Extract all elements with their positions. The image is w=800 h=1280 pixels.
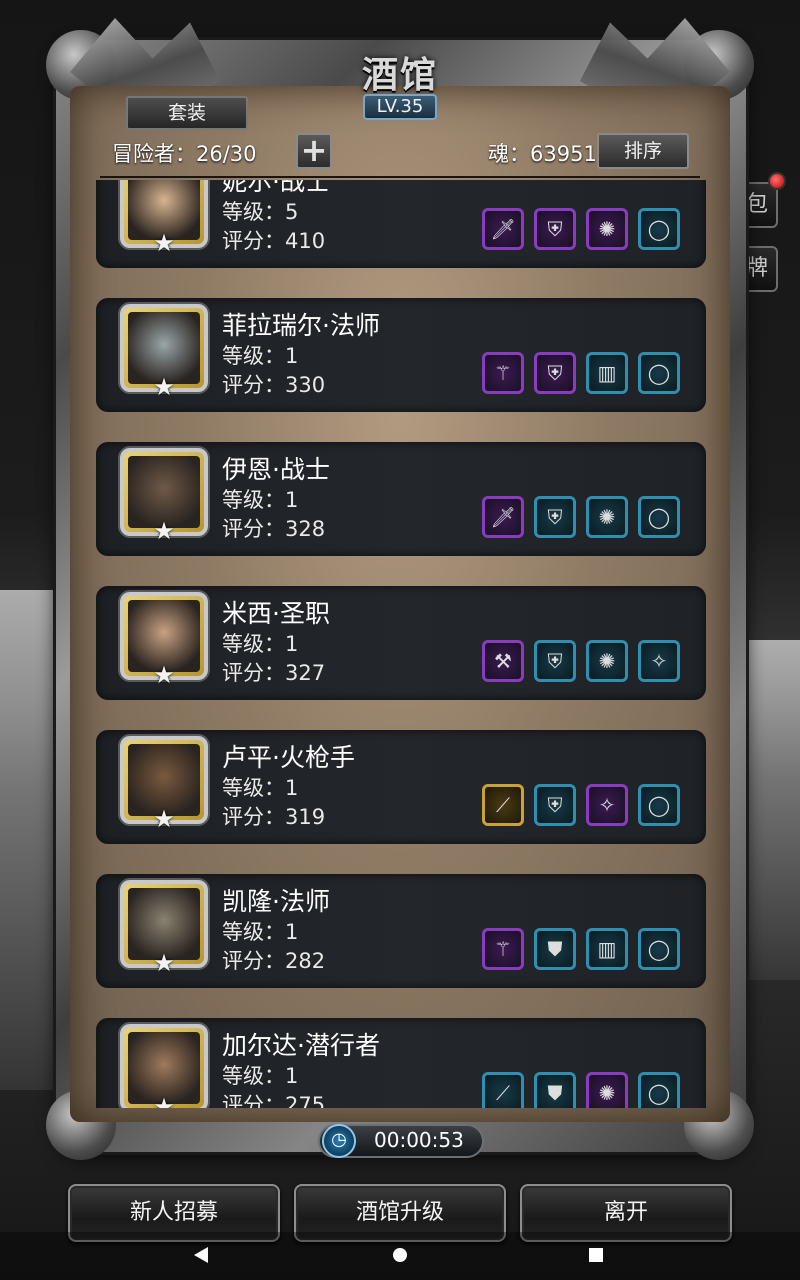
adventurer-level: 等级：1	[222, 1064, 299, 1088]
adventurer-name: 菲拉瑞尔·法师	[222, 311, 380, 340]
amulet-icon[interactable]: ✺	[586, 208, 628, 250]
adventurer-score: 评分：327	[222, 661, 326, 685]
adventurer-level: 等级：5	[222, 200, 299, 224]
amulet-icon[interactable]: ✺	[586, 496, 628, 538]
bracer-icon[interactable]: ▥	[586, 928, 628, 970]
clock-icon: ◷	[322, 1124, 356, 1158]
adventurer-level: 等级：1	[222, 920, 299, 944]
amulet-icon[interactable]: ✺	[586, 1072, 628, 1108]
tavern-level-badge: LV.35	[363, 94, 437, 120]
adventurer-card[interactable]: ★ 伊恩·战士等级：1 评分：328 🗡 ⛨ ✺ ◯	[96, 442, 706, 556]
ring-icon[interactable]: ◯	[638, 1072, 680, 1108]
adventurer-name: 加尔达·潜行者	[222, 1031, 380, 1060]
star-icon: ★	[153, 229, 175, 257]
panel-title: 酒馆	[361, 54, 438, 96]
adventurer-card[interactable]: ★ 凯隆·法师等级：1 评分：282 ⚚ ⛊ ▥ ◯	[96, 874, 706, 988]
pendant-icon[interactable]: ✧	[586, 784, 628, 826]
adventurer-score: 评分：275	[222, 1093, 326, 1108]
armor-icon[interactable]: ⛨	[534, 640, 576, 682]
ring-icon[interactable]: ◯	[638, 208, 680, 250]
armor-icon[interactable]: ⛨	[534, 352, 576, 394]
ring-icon[interactable]: ◯	[638, 784, 680, 826]
adventurer-level: 等级：1	[222, 632, 299, 656]
notification-dot	[768, 172, 786, 190]
adventurer-level: 等级：1	[222, 344, 299, 368]
dagger-icon[interactable]: ⟋	[482, 784, 524, 826]
adventurer-name: 米西·圣职	[222, 599, 330, 628]
refresh-timer: 00:00:53	[374, 1128, 464, 1152]
sword-icon[interactable]: 🗡	[482, 208, 524, 250]
plus-icon: +	[300, 131, 328, 169]
sword-icon[interactable]: 🗡	[482, 496, 524, 538]
ring-icon[interactable]: ◯	[638, 352, 680, 394]
add-slot-button[interactable]: +	[296, 133, 332, 169]
star-icon: ★	[153, 949, 175, 977]
header-divider	[100, 176, 700, 178]
pendant-icon[interactable]: ✧	[638, 640, 680, 682]
suit-tab-button[interactable]: 套装	[126, 96, 248, 130]
armor-icon[interactable]: ⛨	[534, 208, 576, 250]
bracer-icon[interactable]: ▥	[586, 352, 628, 394]
adventurer-card[interactable]: ★ 米西·圣职等级：1 评分：327 ⚒ ⛨ ✺ ✧	[96, 586, 706, 700]
staff-icon[interactable]: ⚚	[482, 928, 524, 970]
adventurer-name: 凯隆·法师	[222, 887, 330, 916]
star-icon: ★	[153, 805, 175, 833]
adventurer-card[interactable]: ★ 菲拉瑞尔·法师等级：1 评分：330 ⚚ ⛨ ▥ ◯	[96, 298, 706, 412]
adventurer-card[interactable]: ★ 妮尔·战士 等级：5 评分：410 🗡 ⛨ ✺ ◯	[96, 180, 706, 268]
recent-apps-icon[interactable]	[589, 1248, 603, 1262]
star-icon: ★	[153, 517, 175, 545]
star-icon: ★	[153, 661, 175, 689]
adventurer-level: 等级：1	[222, 776, 299, 800]
sort-button[interactable]: 排序	[597, 133, 689, 169]
adventurer-level: 等级：1	[222, 488, 299, 512]
adventurer-name: 伊恩·战士	[222, 455, 330, 484]
amulet-icon[interactable]: ✺	[586, 640, 628, 682]
robe-icon[interactable]: ⛊	[534, 1072, 576, 1108]
hammer-icon[interactable]: ⚒	[482, 640, 524, 682]
ring-icon[interactable]: ◯	[638, 928, 680, 970]
adventurer-score: 评分：319	[222, 805, 326, 829]
armor-icon[interactable]: ⛨	[534, 784, 576, 826]
adventurer-score: 评分：330	[222, 373, 326, 397]
adventurer-count: 冒险者：26/30	[112, 142, 257, 166]
adventurer-list[interactable]: ★ 妮尔·战士 等级：5 评分：410 🗡 ⛨ ✺ ◯ ★ 菲拉瑞尔·法师 等级：1 评分：330 ⚚ ⛨…	[96, 180, 706, 1108]
soul-currency: 魂：63951	[488, 142, 597, 166]
home-icon[interactable]	[393, 1248, 407, 1262]
star-icon: ★	[153, 1093, 175, 1108]
adventurer-card[interactable]: ★ 加尔达·潜行者等级：1 评分：275 ⟋ ⛊ ✺ ◯	[96, 1018, 706, 1108]
back-icon[interactable]	[194, 1247, 208, 1263]
armor-icon[interactable]: ⛨	[534, 496, 576, 538]
adventurer-score: 评分：282	[222, 949, 326, 973]
staff-icon[interactable]: ⚚	[482, 352, 524, 394]
robe-icon[interactable]: ⛊	[534, 928, 576, 970]
adventurer-name: 卢平·火枪手	[222, 743, 355, 772]
adventurer-score: 评分：328	[222, 517, 326, 541]
adventurer-score: 评分：410	[222, 229, 326, 253]
dagger-icon[interactable]: ⟋	[482, 1072, 524, 1108]
star-icon: ★	[153, 373, 175, 401]
adventurer-card[interactable]: ★ 卢平·火枪手等级：1 评分：319 ⟋ ⛨ ✧ ◯	[96, 730, 706, 844]
ring-icon[interactable]: ◯	[638, 496, 680, 538]
